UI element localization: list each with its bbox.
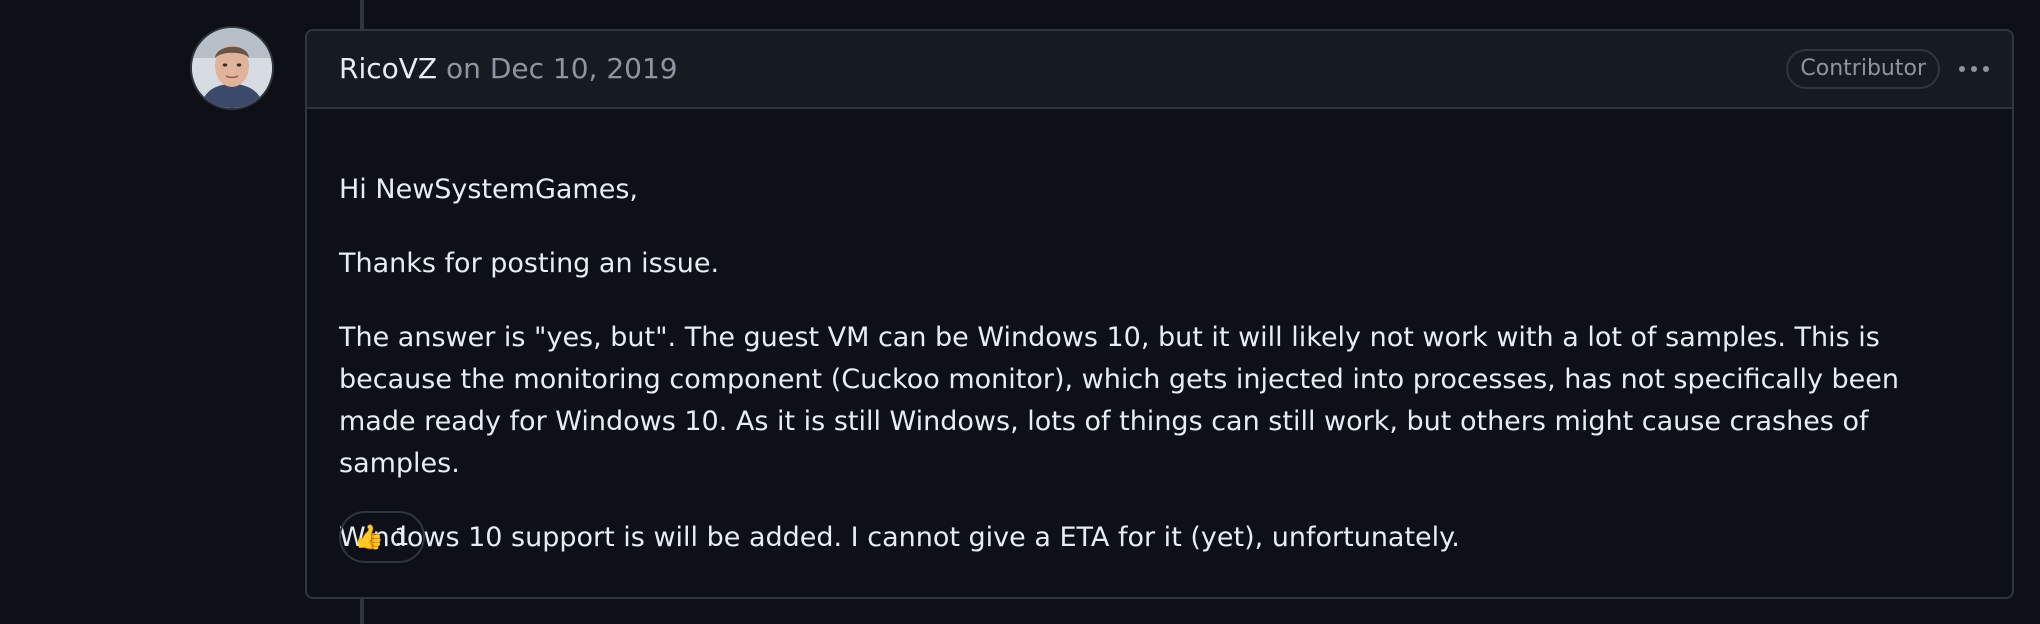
comment-body: Hi NewSystemGames, Thanks for posting an… <box>339 169 1984 591</box>
author-link[interactable]: RicoVZ <box>339 52 437 85</box>
dot-icon <box>1983 66 1989 72</box>
comment-header: RicoVZ on Dec 10, 2019 Contributor <box>307 31 2012 109</box>
comment-paragraph: Hi NewSystemGames, <box>339 174 638 205</box>
dot-icon <box>1959 66 1965 72</box>
comment-date-link[interactable]: Dec 10, 2019 <box>490 52 678 85</box>
thumbs-up-icon: 👍 <box>354 523 385 551</box>
reaction-count: 1 <box>394 523 410 551</box>
avatar[interactable] <box>192 28 272 108</box>
contributor-badge: Contributor <box>1786 49 1940 89</box>
dot-icon <box>1971 66 1977 72</box>
more-options-icon[interactable] <box>1954 51 1994 87</box>
comment-box: RicoVZ on Dec 10, 2019 Contributor Hi Ne… <box>305 29 2014 599</box>
on-label: on <box>446 52 481 85</box>
comment-paragraph: The answer is "yes, but". The guest VM c… <box>339 322 1900 479</box>
comment-paragraph: Thanks for posting an issue. <box>339 248 720 279</box>
thumbs-up-reaction-button[interactable]: 👍 1 <box>339 511 425 563</box>
comment-paragraph: Windows 10 support is will be added. I c… <box>339 522 1460 553</box>
avatar-image <box>192 28 272 108</box>
comment-meta: RicoVZ on Dec 10, 2019 <box>339 51 678 87</box>
